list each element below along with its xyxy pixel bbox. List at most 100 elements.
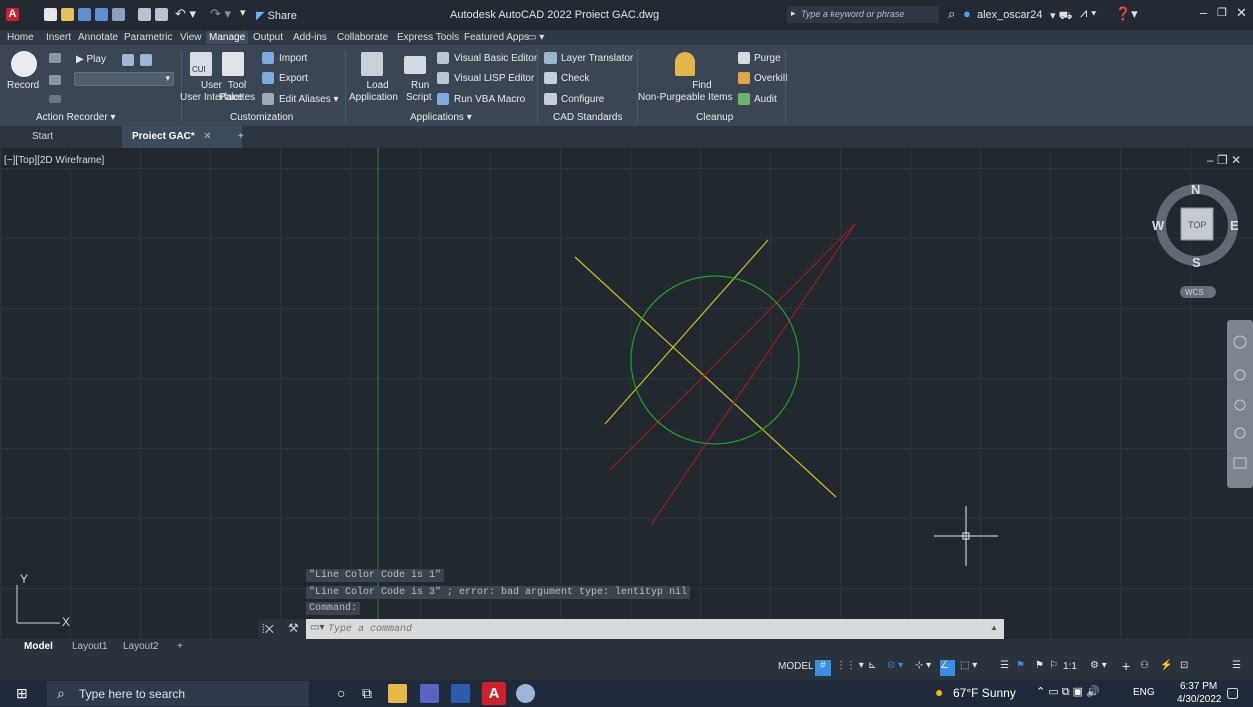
green-circle[interactable]: [630, 275, 800, 445]
edit-aliases-button[interactable]: Edit Aliases ▾: [279, 94, 339, 105]
macro-icon[interactable]: [122, 54, 134, 66]
print-icon[interactable]: [155, 8, 168, 21]
layer-translator-button[interactable]: Layer Translator: [561, 53, 633, 64]
lineweight-icon[interactable]: ☰: [1000, 660, 1009, 676]
macro-select[interactable]: ▾: [74, 72, 174, 86]
new-icon[interactable]: [44, 8, 57, 21]
tray-icons[interactable]: ⌃ ▭ ⧉ ▣ 🔊: [1036, 685, 1100, 699]
recent-commands-icon[interactable]: ▭▾: [310, 622, 324, 633]
drawing-svg[interactable]: Y X TOP N S E W WCS: [0, 148, 1253, 656]
visual-basic-editor-button[interactable]: Visual Basic Editor: [454, 53, 537, 64]
redo-icon[interactable]: ↷ ▾: [210, 6, 231, 22]
viewcube-south[interactable]: S: [1192, 255, 1201, 270]
find-non-purgeable-icon[interactable]: [675, 52, 695, 76]
import-button[interactable]: Import: [279, 53, 307, 64]
customize-icon[interactable]: ⚒: [288, 621, 299, 635]
cui-icon[interactable]: CUI: [190, 52, 212, 76]
yellow-line-2[interactable]: [604, 239, 769, 425]
viewcube-west[interactable]: W: [1152, 218, 1165, 233]
undo-icon[interactable]: ↶ ▾: [175, 6, 196, 22]
tab-home[interactable]: Home: [4, 31, 37, 44]
tab-parametric[interactable]: Parametric: [121, 31, 175, 44]
purge-button[interactable]: Purge: [754, 53, 781, 64]
file-explorer-icon[interactable]: [388, 684, 407, 703]
layout-tab-layout2[interactable]: Layout2: [123, 641, 159, 652]
configure-button[interactable]: Configure: [561, 94, 604, 105]
tab-featured-apps[interactable]: Featured Apps: [461, 31, 532, 44]
task-view-icon[interactable]: ⧉: [362, 685, 372, 702]
save-as-icon[interactable]: [95, 8, 108, 21]
help-icon[interactable]: ❓▾: [1115, 6, 1138, 22]
open-icon[interactable]: [61, 8, 74, 21]
customization-menu-icon[interactable]: ☰: [1232, 660, 1241, 676]
grid-icon[interactable]: #: [815, 660, 831, 676]
clean-screen-icon[interactable]: ⊡: [1180, 660, 1188, 676]
command-input[interactable]: [328, 621, 968, 637]
red-line-2[interactable]: [650, 223, 856, 526]
overkill-button[interactable]: Overkill: [754, 73, 787, 84]
file-tab-proiect-gac[interactable]: Proiect GAC* ✕: [122, 126, 242, 148]
viewport-window-controls[interactable]: – ❐ ✕: [1207, 153, 1241, 167]
run-vba-macro-button[interactable]: Run VBA Macro: [454, 94, 525, 105]
annotation-scale-icon[interactable]: ⚐: [1049, 660, 1058, 676]
word-icon[interactable]: [451, 684, 470, 703]
play-button[interactable]: ▶ Play: [76, 54, 106, 65]
object-snap-icon[interactable]: ⬚ ▾: [960, 660, 977, 676]
share-button[interactable]: ◤ Share: [256, 9, 297, 22]
restore-icon[interactable]: ❐: [1217, 6, 1227, 19]
search-icon[interactable]: ⌕: [948, 6, 955, 22]
add-layout-icon[interactable]: +: [177, 641, 183, 652]
viewcube-north[interactable]: N: [1191, 182, 1200, 197]
user-name[interactable]: alex_oscar24: [977, 9, 1042, 21]
run-script-icon[interactable]: [404, 56, 426, 74]
weather-text[interactable]: 67°F Sunny: [953, 686, 1016, 700]
close-icon[interactable]: ✕: [1236, 5, 1247, 21]
notifications-icon[interactable]: ▢: [1226, 684, 1239, 701]
export-button[interactable]: Export: [279, 73, 308, 84]
ribbon-toggle-icon[interactable]: ▭ ▾: [524, 31, 547, 44]
load-application-button[interactable]: Load Application: [349, 80, 398, 104]
record-button[interactable]: Record: [7, 80, 39, 91]
minimize-icon[interactable]: –: [1200, 5, 1207, 20]
red-line-1[interactable]: [609, 223, 856, 471]
layout-tab-model[interactable]: Model: [24, 641, 53, 652]
viewcube-east[interactable]: E: [1230, 218, 1239, 233]
tab-collaborate[interactable]: Collaborate: [334, 31, 391, 44]
annotation-scale-value[interactable]: 1:1: [1063, 661, 1077, 677]
windows-start-icon[interactable]: ⊞: [16, 685, 28, 702]
clock-date[interactable]: 4/30/2022: [1177, 694, 1222, 705]
autodesk-app-icon[interactable]: ⩘ ▾: [1080, 5, 1096, 21]
autocad-taskbar-icon[interactable]: A: [482, 682, 506, 705]
snap-icon[interactable]: ⋮⋮ ▾: [836, 660, 864, 676]
web-mobile-icon[interactable]: [112, 8, 125, 21]
tab-view[interactable]: View: [177, 31, 205, 44]
model-space-toggle[interactable]: MODEL: [778, 661, 814, 677]
layout-tab-layout1[interactable]: Layout1: [72, 641, 108, 652]
taskbar-search-box[interactable]: ⌕ Type here to search: [47, 681, 309, 706]
file-tab-start[interactable]: Start: [22, 126, 63, 148]
tool-palettes-button[interactable]: Tool Palettes: [219, 80, 255, 104]
load-application-icon[interactable]: [361, 52, 383, 76]
tab-add-ins[interactable]: Add-ins: [290, 31, 330, 44]
tab-output[interactable]: Output: [250, 31, 286, 44]
tab-manage[interactable]: Manage: [206, 31, 249, 44]
visual-lisp-editor-button[interactable]: Visual LISP Editor: [454, 73, 534, 84]
autocad-logo[interactable]: A: [6, 8, 19, 21]
panel-title-action-recorder[interactable]: Action Recorder ▾: [36, 112, 116, 123]
language-indicator[interactable]: ENG: [1133, 687, 1155, 698]
hardware-acceleration-icon[interactable]: ⚡: [1160, 660, 1172, 676]
tab-annotate[interactable]: Annotate: [75, 31, 121, 44]
user-icon[interactable]: ●: [963, 6, 971, 21]
isodraft-icon[interactable]: ⊹ ▾: [915, 660, 931, 676]
polar-icon[interactable]: ⊙ ▾: [887, 660, 903, 676]
navigation-bar[interactable]: [1227, 320, 1253, 488]
save-icon[interactable]: [78, 8, 91, 21]
ortho-icon[interactable]: ⊾: [868, 660, 876, 676]
tab-express-tools[interactable]: Express Tools: [394, 31, 462, 44]
audit-button[interactable]: Audit: [754, 94, 777, 105]
teams-icon[interactable]: [420, 684, 439, 703]
annotation-visibility-icon[interactable]: ⚑: [1016, 660, 1025, 676]
command-line[interactable]: ⦙✕ ⚒ ▭▾ ▲: [258, 619, 1004, 639]
auto-scale-icon[interactable]: ⚑: [1035, 660, 1044, 676]
viewport-controls-label[interactable]: [−][Top][2D Wireframe]: [4, 155, 104, 166]
